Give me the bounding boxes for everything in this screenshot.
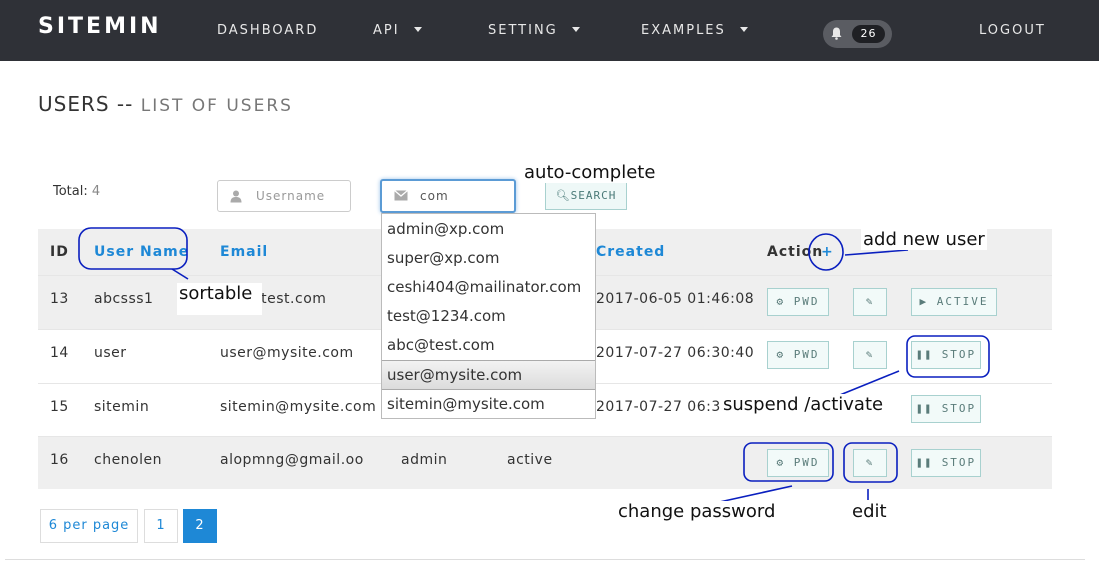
change-password-button[interactable]: ⚙ PWD [767,288,829,316]
header-id: ID [50,244,69,260]
header-email-sort[interactable]: Email [220,244,268,260]
cell-email: sitemin@mysite.com [220,399,377,415]
cell-email: alopmng@gmail.oo [220,452,364,468]
annotation-add-user: add new user [861,229,987,250]
chevron-down-icon [571,27,580,32]
username-filter[interactable] [217,180,354,212]
cell-created: 2017-07-27 06:30:40 [596,345,755,361]
autocomplete-option[interactable]: test@1234.com [382,302,595,331]
cell-username: sitemin [94,399,150,415]
brand-logo[interactable]: SITEMIN [38,14,162,39]
total-count: Total: 4 [53,184,101,199]
edit-icon: ✎ [865,348,875,361]
nav-setting[interactable]: SETTING [488,23,580,38]
username-input[interactable] [254,188,354,204]
notification-count: 26 [852,25,885,43]
chevron-down-icon [413,27,422,32]
top-navbar: SITEMIN DASHBOARD API SETTING EXAMPLES 2… [0,0,1099,61]
autocomplete-option[interactable]: admin@xp.com [382,215,595,244]
play-icon: ▶ [919,295,929,308]
cell-id: 14 [50,345,69,361]
cell-username: chenolen [94,452,162,468]
chevron-down-icon [739,27,748,32]
edit-button[interactable]: ✎ [853,341,887,369]
email-autocomplete-list: admin@xp.com super@xp.com ceshi404@maili… [381,213,596,419]
search-icon: 🔍︎ [555,189,571,202]
header-action: Action [767,244,824,260]
per-page-selector[interactable]: 6 per page [40,509,138,543]
notification-badge[interactable]: 26 [823,20,892,48]
stop-button[interactable]: ❚❚ STOP [911,449,981,477]
autocomplete-option-active[interactable]: user@mysite.com [382,360,595,390]
email-filter[interactable] [380,179,518,213]
autocomplete-option[interactable]: super@xp.com [382,244,595,273]
edit-button[interactable]: ✎ [853,288,887,316]
header-created-sort[interactable]: Created [596,244,665,260]
autocomplete-option[interactable]: sitemin@mysite.com [382,390,595,419]
page-subtitle: LIST OF USERS [140,96,293,116]
autocomplete-option[interactable]: ceshi404@mailinator.com [382,273,595,302]
pause-icon: ❚❚ [915,348,934,361]
cell-created: 2017-06-05 01:46:08 [596,291,755,307]
cell-email: user@mysite.com [220,345,354,361]
edit-button[interactable]: ✎ [853,449,887,477]
annotation-edit: edit [850,501,889,522]
annotation-autocomplete: auto-complete [522,162,658,183]
cell-id: 16 [50,452,69,468]
pause-icon: ❚❚ [915,456,934,469]
stop-button[interactable]: ❚❚ STOP [911,341,981,369]
footer-divider [5,559,1085,560]
annotation-sortable: sortable [177,283,262,315]
cell-role: admin [401,452,448,468]
change-password-button[interactable]: ⚙ PWD [767,449,829,477]
header-username-sort[interactable]: User Name [94,244,189,260]
page-2-button[interactable]: 2 [183,509,217,543]
total-value: 4 [91,184,101,199]
nav-logout[interactable]: LOGOUT [979,23,1046,38]
bell-icon [831,27,842,40]
user-icon [230,190,242,203]
change-password-button[interactable]: ⚙ PWD [767,341,829,369]
pause-icon: ❚❚ [915,402,934,415]
cell-status: active [507,452,553,468]
email-input[interactable] [418,188,518,204]
stop-button[interactable]: ❚❚ STOP [911,395,981,423]
edit-icon: ✎ [865,456,875,469]
page-1-button[interactable]: 1 [144,509,178,543]
annotation-suspend: suspend /activate [721,394,886,415]
add-user-button[interactable]: + [821,244,834,260]
nav-api[interactable]: API [373,23,422,38]
cell-id: 13 [50,291,69,307]
page-title: USERS -- LIST OF USERS [38,92,293,116]
activate-button[interactable]: ▶ ACTIVE [911,288,997,316]
autocomplete-option[interactable]: abc@test.com [382,331,595,360]
nav-examples[interactable]: EXAMPLES [641,23,748,38]
cell-username: user [94,345,127,361]
envelope-icon [394,190,408,201]
cell-username: abcsss1 [94,291,154,307]
edit-icon: ✎ [865,295,875,308]
annotation-change-password: change password [616,501,778,522]
nav-dashboard[interactable]: DASHBOARD [217,23,318,38]
search-button[interactable]: 🔍︎SEARCH [545,181,627,210]
page-title-main: USERS -- [38,92,134,116]
cell-id: 15 [50,399,69,415]
